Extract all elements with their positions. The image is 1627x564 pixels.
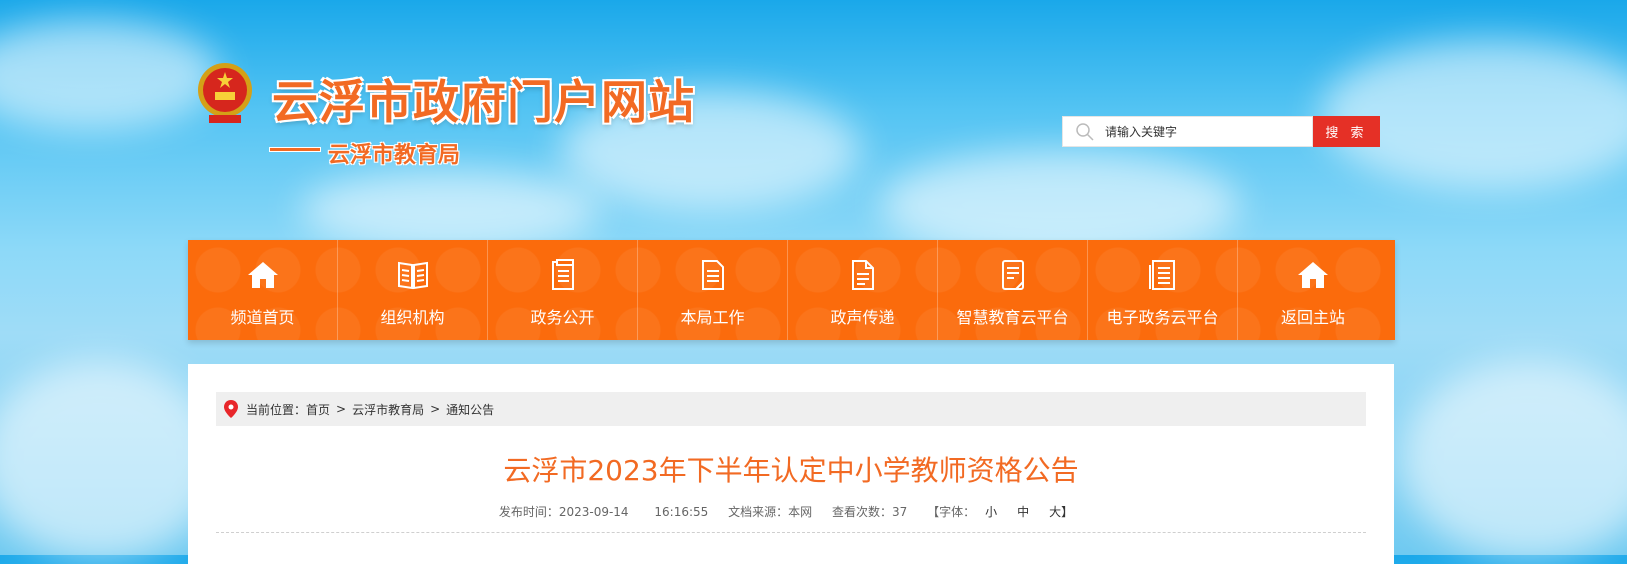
book-icon [395,258,431,292]
nav-item-government-affairs[interactable]: 政务公开 [488,240,638,340]
breadcrumb-home[interactable]: 首页 [306,401,330,418]
document-icon [545,258,581,292]
font-small-button[interactable]: 小 [985,505,997,519]
main-nav: 频道首页 组织机构 政务公开 本局工作 政声传递 智慧教育云平台 电子政务云平台… [188,240,1395,340]
site-title: 云浮市政府门户网站 [272,75,695,129]
content-panel: 当前位置： 首页 > 云浮市教育局 > 通知公告 云浮市2023年下半年认定中小… [188,364,1394,564]
search-box [1062,116,1313,147]
department-title: 云浮市教育局 [328,143,461,168]
home-icon [1295,258,1331,292]
nav-label: 电子政务云平台 [1106,308,1219,327]
notebook-icon [995,258,1031,292]
file-text-icon [845,258,881,292]
national-emblem-icon [195,60,255,126]
font-large-button[interactable]: 大】 [1049,505,1073,519]
publish-info: 发布时间：2023-09-14 [499,505,629,519]
nav-label: 智慧教育云平台 [956,308,1069,327]
nav-label: 返回主站 [1280,308,1345,327]
nav-label: 本局工作 [680,308,745,327]
views-count: 37 [892,505,908,519]
location-pin-icon [224,400,238,418]
site-header: 云浮市政府门户网站 云浮市教育局 搜 索 [0,0,1627,235]
search-input[interactable] [1103,123,1297,140]
font-size-label: 【字体： [927,505,976,519]
publish-date: 2023-09-14 [558,505,629,519]
nav-item-smart-education-cloud[interactable]: 智慧教育云平台 [938,240,1088,340]
nav-item-e-government-cloud[interactable]: 电子政务云平台 [1088,240,1238,340]
nav-item-bureau-work[interactable]: 本局工作 [638,240,788,340]
breadcrumb: 当前位置： 首页 > 云浮市教育局 > 通知公告 [216,392,1366,426]
nav-label: 政务公开 [530,308,595,327]
search-icon [1071,118,1099,146]
home-icon [245,258,281,292]
nav-item-channel-home[interactable]: 频道首页 [188,240,338,340]
search-bar: 搜 索 [1062,116,1380,147]
breadcrumb-prefix: 当前位置： [246,402,307,417]
views-label: 查看次数： [832,505,893,519]
breadcrumb-education-bureau[interactable]: 云浮市教育局 [352,401,424,418]
breadcrumb-notices[interactable]: 通知公告 [446,401,494,418]
views-info: 查看次数：37 [832,505,907,519]
article-meta: 发布时间：2023-09-14 16:16:55 文档来源：本网 查看次数：37… [188,503,1394,520]
list-document-icon [1145,258,1181,292]
nav-label: 政声传递 [830,308,895,327]
font-medium-button[interactable]: 中 [1017,505,1029,519]
file-list-icon [695,258,731,292]
nav-item-return-main-site[interactable]: 返回主站 [1238,240,1388,340]
publish-time: 16:16:55 [654,505,709,519]
source-info: 文档来源：本网 [728,505,812,519]
source-label: 文档来源： [728,505,789,519]
breadcrumb-separator: > [430,402,441,416]
meta-divider [216,532,1366,533]
nav-item-policy-voice[interactable]: 政声传递 [788,240,938,340]
nav-label: 组织机构 [380,308,445,327]
subtitle-dash [270,148,320,151]
article-title: 云浮市2023年下半年认定中小学教师资格公告 [503,454,1079,487]
breadcrumb-separator: > [336,402,347,416]
search-button[interactable]: 搜 索 [1313,116,1380,147]
nav-item-organization[interactable]: 组织机构 [338,240,488,340]
nav-label: 频道首页 [230,308,295,327]
publish-label: 发布时间： [498,505,559,519]
source-value: 本网 [788,505,813,519]
font-size-control: 【字体： 小 中 大】 [927,505,1083,519]
